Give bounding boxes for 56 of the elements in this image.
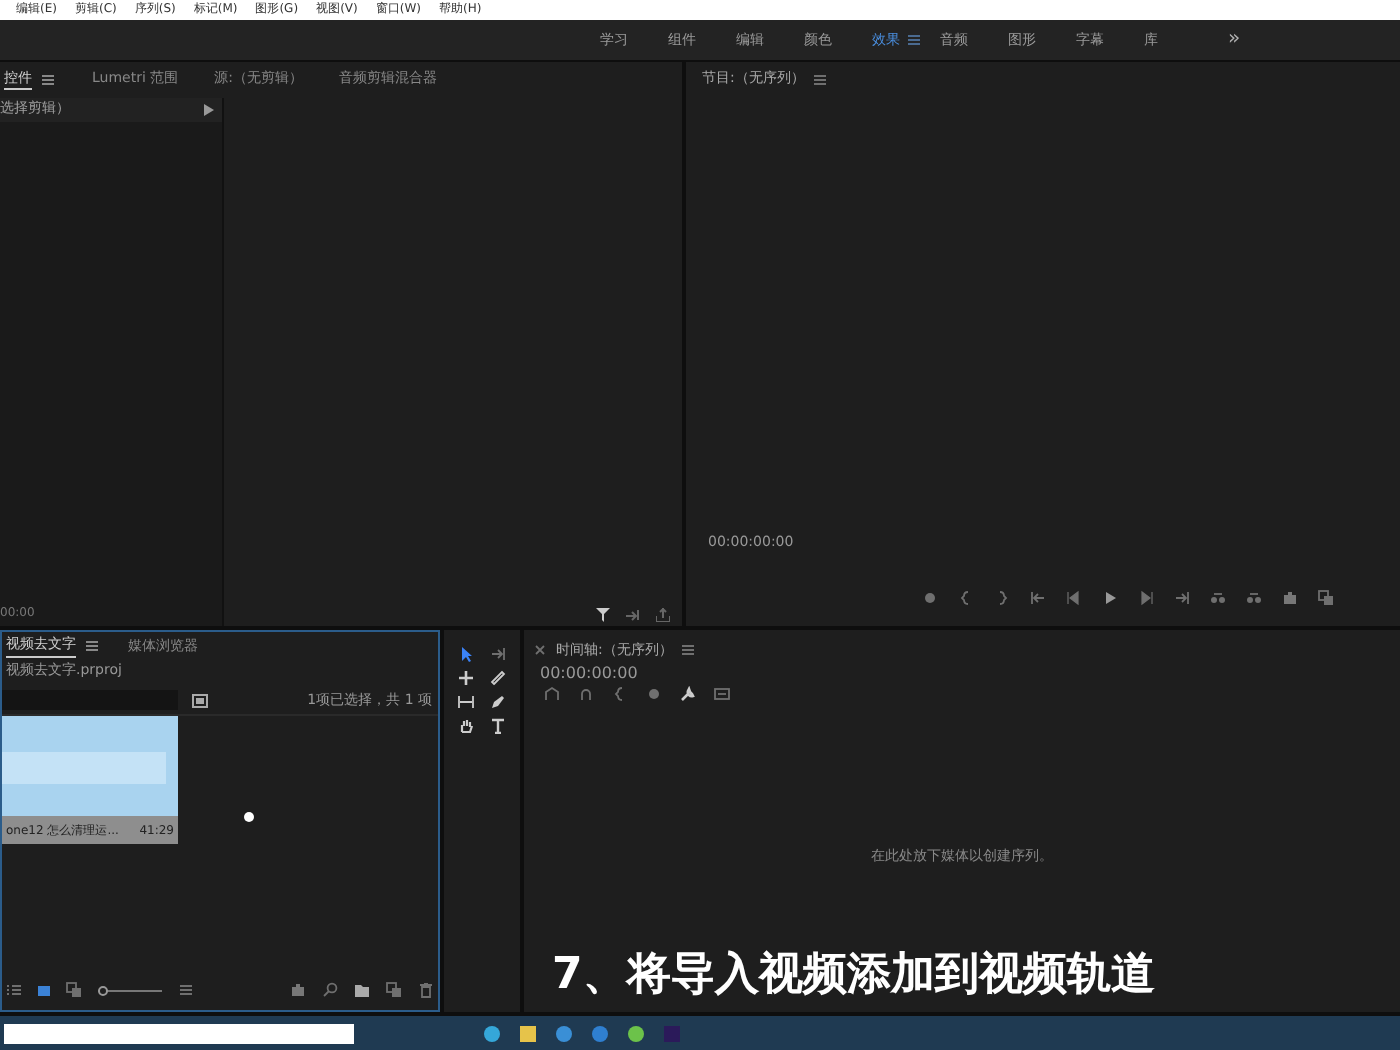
sort-icon[interactable] bbox=[178, 982, 194, 999]
selection-tool-icon[interactable] bbox=[458, 646, 474, 662]
subtitle-caption: 7、将导入视频添加到视频轨道 bbox=[552, 948, 1155, 1005]
taskbar-search-field[interactable] bbox=[4, 1023, 354, 1044]
trash-icon[interactable] bbox=[418, 982, 434, 999]
go-to-out-icon[interactable] bbox=[1174, 590, 1190, 606]
type-tool-icon[interactable] bbox=[489, 718, 505, 734]
step-back-icon[interactable] bbox=[1066, 590, 1082, 606]
list-view-icon[interactable] bbox=[6, 982, 22, 999]
menu-icon[interactable] bbox=[84, 638, 100, 654]
mark-out-icon[interactable] bbox=[994, 590, 1010, 606]
menu-icon[interactable] bbox=[680, 642, 697, 658]
pen-icon[interactable] bbox=[489, 694, 505, 710]
new-item-icon[interactable] bbox=[386, 982, 402, 999]
menu-icon[interactable] bbox=[906, 31, 922, 48]
captions-icon[interactable] bbox=[714, 686, 730, 702]
play-icon[interactable] bbox=[200, 101, 216, 118]
play-icon[interactable] bbox=[1102, 590, 1118, 606]
mark-in-icon[interactable] bbox=[958, 590, 974, 606]
compare-icon[interactable] bbox=[1318, 590, 1334, 606]
search-icon[interactable] bbox=[322, 982, 338, 999]
marker-icon[interactable] bbox=[646, 686, 662, 702]
step-forward-icon[interactable] bbox=[1138, 590, 1154, 606]
hand-icon[interactable] bbox=[458, 718, 474, 734]
clip-thumbnail[interactable] bbox=[2, 716, 178, 816]
filter-icon[interactable] bbox=[596, 608, 610, 622]
icon-view-icon[interactable] bbox=[38, 985, 50, 996]
slip-icon[interactable] bbox=[458, 694, 474, 710]
lift-icon[interactable] bbox=[1210, 590, 1226, 606]
menu-icon[interactable] bbox=[812, 71, 829, 88]
ripple-edit-icon[interactable] bbox=[458, 670, 474, 686]
camera-icon[interactable] bbox=[1282, 590, 1298, 606]
taskbar-app-icon[interactable] bbox=[484, 1025, 500, 1042]
close-icon[interactable] bbox=[532, 642, 548, 658]
export-icon[interactable] bbox=[656, 608, 670, 622]
freeform-view-icon[interactable] bbox=[66, 982, 82, 999]
track-select-icon[interactable] bbox=[489, 646, 505, 662]
search-field[interactable] bbox=[2, 690, 178, 710]
zoom-slider[interactable] bbox=[98, 985, 162, 996]
go-to-in-icon[interactable] bbox=[1030, 590, 1046, 606]
snap-icon[interactable] bbox=[578, 686, 594, 702]
timecode: 00:00:00:00 bbox=[538, 662, 640, 686]
folder-icon[interactable] bbox=[354, 982, 370, 999]
new-bin-icon[interactable] bbox=[192, 693, 208, 707]
insert-icon[interactable] bbox=[626, 608, 640, 622]
razor-icon[interactable] bbox=[489, 670, 505, 686]
taskbar-app-icon[interactable] bbox=[520, 1025, 536, 1042]
slider-thumb[interactable] bbox=[98, 985, 108, 996]
marker-icon[interactable] bbox=[922, 590, 938, 606]
menu-icon[interactable] bbox=[40, 71, 56, 88]
taskbar-app-icon[interactable] bbox=[592, 1025, 608, 1042]
wrench-icon[interactable] bbox=[680, 686, 696, 702]
more-workspaces-button[interactable]: » bbox=[1228, 24, 1241, 55]
taskbar-app-icon[interactable] bbox=[556, 1025, 572, 1042]
taskbar-app-icon[interactable] bbox=[628, 1025, 644, 1042]
extract-icon[interactable] bbox=[1246, 590, 1262, 606]
